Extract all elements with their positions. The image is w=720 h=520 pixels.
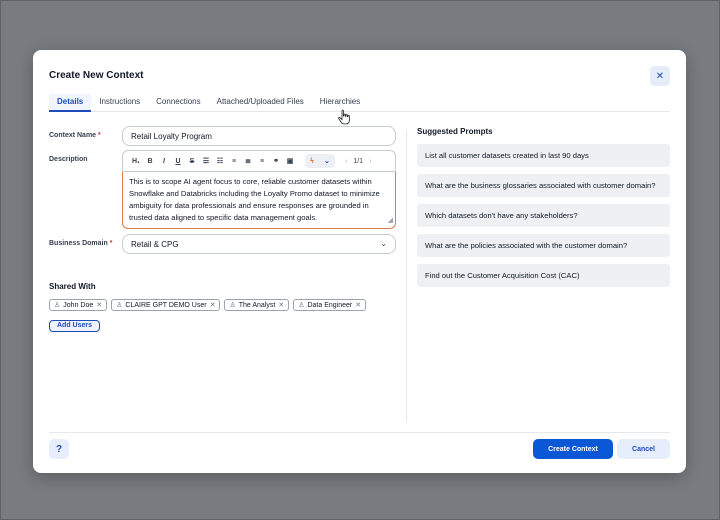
required-marker: * (98, 132, 101, 139)
close-button[interactable]: ✕ (650, 66, 670, 86)
chevron-down-icon: ⌄ (324, 158, 330, 165)
strikethrough-button[interactable]: S (185, 158, 199, 165)
remove-chip-icon[interactable]: ✕ (210, 301, 216, 309)
user-icon: ♙ (298, 302, 305, 309)
close-icon: ✕ (655, 70, 665, 82)
create-context-modal: Create New Context ✕ Details Instruction… (33, 50, 686, 473)
numbered-list-icon[interactable]: ☷ (213, 157, 227, 165)
editor-toolbar: H₁ B I U S ☰ ☷ ≡ ≣ ≡ ⚭ ▣ ϟ ⌄ ‹ 1/1 › (122, 150, 396, 172)
user-chip-label: CLAIRE GPT DEMO User (125, 301, 207, 309)
business-domain-label-text: Business Domain (49, 240, 108, 247)
editor-pager: ‹ 1/1 › (345, 158, 371, 165)
align-center-icon[interactable]: ≣ (241, 157, 255, 165)
description-textarea[interactable]: This is to scope AI agent focus to core,… (122, 172, 396, 229)
help-button[interactable]: ? (49, 439, 69, 459)
context-name-label-text: Context Name (49, 132, 97, 139)
tab-bar: Details Instructions Connections Attache… (49, 94, 670, 112)
footer-divider (49, 432, 670, 433)
suggested-prompt[interactable]: What are the business glossaries associa… (417, 174, 670, 197)
business-domain-value: Retail & CPG (131, 240, 179, 249)
chevron-right-icon[interactable]: › (369, 158, 371, 165)
tab-instructions[interactable]: Instructions (91, 94, 148, 112)
shared-with-title: Shared With (49, 282, 96, 291)
create-context-button[interactable]: Create Context (533, 439, 613, 459)
user-chip: ♙ Data Engineer ✕ (293, 299, 367, 311)
italic-button[interactable]: I (157, 158, 171, 165)
suggested-prompt[interactable]: List all customer datasets created in la… (417, 144, 670, 167)
user-icon: ♙ (54, 302, 61, 309)
pager-count: 1/1 (353, 157, 364, 165)
add-users-button[interactable]: Add Users (49, 320, 101, 332)
hand-cursor-icon (338, 109, 350, 125)
tab-attached-files[interactable]: Attached/Uploaded Files (209, 94, 312, 112)
user-chip: ♙ The Analyst ✕ (224, 299, 290, 311)
ai-assist-dropdown[interactable]: ϟ ⌄ (305, 154, 335, 168)
align-left-icon[interactable]: ≡ (227, 158, 241, 165)
remove-chip-icon[interactable]: ✕ (355, 301, 361, 309)
align-right-icon[interactable]: ≡ (255, 158, 269, 165)
underline-button[interactable]: U (171, 158, 185, 165)
tab-details[interactable]: Details (49, 94, 92, 112)
suggested-prompt[interactable]: Find out the Customer Acquisition Cost (… (417, 264, 670, 287)
suggested-prompts-title: Suggested Prompts (417, 127, 493, 136)
description-label: Description (49, 156, 88, 163)
modal-title: Create New Context (49, 70, 144, 81)
remove-chip-icon[interactable]: ✕ (96, 301, 102, 309)
help-icon: ? (55, 443, 63, 455)
user-chip-label: John Doe (63, 301, 94, 309)
suggested-prompts-list: List all customer datasets created in la… (417, 144, 670, 294)
heading-button[interactable]: H₁ (129, 158, 143, 165)
user-icon: ♙ (116, 302, 123, 309)
required-marker: * (109, 240, 113, 247)
column-divider (406, 130, 407, 422)
business-domain-label: Business Domain * (49, 240, 112, 247)
description-text: This is to scope AI agent focus to core,… (129, 177, 380, 222)
user-chip-label: The Analyst (238, 301, 276, 309)
suggested-prompt[interactable]: What are the policies associated with th… (417, 234, 670, 257)
user-icon: ♙ (229, 302, 236, 309)
bulleted-list-icon[interactable]: ☰ (199, 157, 213, 165)
resize-handle-icon[interactable]: ◢ (388, 215, 393, 227)
bold-button[interactable]: B (143, 158, 157, 165)
lightning-icon: ϟ (310, 157, 314, 165)
description-editor: H₁ B I U S ☰ ☷ ≡ ≣ ≡ ⚭ ▣ ϟ ⌄ ‹ 1/1 › Thi… (122, 150, 396, 230)
remove-chip-icon[interactable]: ✕ (278, 301, 284, 309)
context-name-label: Context Name * (49, 132, 101, 139)
user-chip-label: Data Engineer (307, 301, 353, 309)
tab-connections[interactable]: Connections (148, 94, 208, 112)
user-chip: ♙ CLAIRE GPT DEMO User ✕ (111, 299, 221, 311)
chevron-down-icon: ⌄ (380, 239, 387, 248)
cancel-button[interactable]: Cancel (617, 439, 670, 459)
chevron-left-icon[interactable]: ‹ (345, 158, 347, 165)
link-icon[interactable]: ⚭ (269, 157, 283, 165)
shared-users-list: ♙ John Doe ✕ ♙ CLAIRE GPT DEMO User ✕ ♙ … (49, 299, 367, 311)
context-name-input[interactable]: Retail Loyalty Program (122, 126, 396, 146)
suggested-prompt[interactable]: Which datasets don't have any stakeholde… (417, 204, 670, 227)
business-domain-select[interactable]: Retail & CPG ⌄ (122, 234, 396, 254)
image-icon[interactable]: ▣ (283, 157, 297, 165)
user-chip: ♙ John Doe ✕ (49, 299, 108, 311)
